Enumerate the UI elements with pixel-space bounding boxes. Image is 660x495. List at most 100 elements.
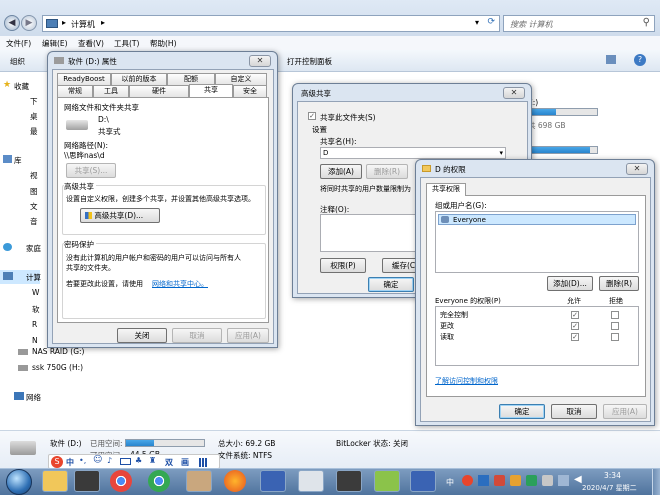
taskbar-firefox-icon[interactable]	[224, 470, 246, 492]
sogou-icon[interactable]: S	[51, 456, 63, 468]
tray-sogou-icon[interactable]	[462, 475, 473, 486]
sidebar-ssk[interactable]: ssk 750G (H:)	[32, 363, 83, 372]
allow-read-checkbox[interactable]: ✓	[571, 333, 579, 341]
sidebar-item[interactable]: R	[32, 320, 37, 329]
sidebar-nas-raid[interactable]: NAS RAID (G:)	[32, 347, 85, 356]
access-control-link[interactable]: 了解访问控制和权限	[435, 376, 498, 386]
menu-help[interactable]: 帮助(H)	[150, 38, 177, 49]
users-list[interactable]: Everyone	[435, 211, 639, 273]
advanced-sharing-button[interactable]: 高级共享(D)...	[80, 208, 160, 223]
share-folder-checkbox[interactable]: ✓	[308, 112, 316, 120]
sidebar-network[interactable]: 网络	[26, 392, 41, 403]
allow-full-control-checkbox[interactable]: ✓	[571, 311, 579, 319]
sidebar-item[interactable]: 下	[30, 96, 38, 107]
tab-hardware[interactable]: 硬件	[129, 85, 189, 97]
tab-previous-versions[interactable]: 以前的版本	[111, 73, 167, 85]
deny-change-checkbox[interactable]	[611, 322, 619, 330]
tab-sharing[interactable]: 共享	[189, 84, 233, 97]
allow-change-checkbox[interactable]: ✓	[571, 322, 579, 330]
ok-button[interactable]: 确定	[499, 404, 545, 419]
show-desktop-button[interactable]	[652, 469, 660, 495]
close-button[interactable]: 关闭	[117, 328, 167, 343]
grid-icon[interactable]	[199, 458, 208, 467]
network-sharing-center-link[interactable]: 网络和共享中心。	[152, 279, 208, 289]
open-control-panel-button[interactable]: 打开控制面板	[287, 56, 332, 67]
tab-share-permissions[interactable]: 共享权限	[426, 183, 466, 196]
tray-app-icon[interactable]	[542, 475, 553, 486]
tab-security[interactable]: 安全	[233, 85, 267, 97]
taskbar-chrome-icon[interactable]	[110, 470, 132, 492]
deny-read-checkbox[interactable]	[611, 333, 619, 341]
punctuation-icon[interactable]: •,	[79, 456, 86, 465]
taskbar-explorer-icon[interactable]	[42, 470, 68, 492]
ime-item[interactable]: 双	[165, 457, 173, 468]
add-user-button[interactable]: 添加(D)...	[547, 276, 593, 291]
taskbar-app-icon[interactable]	[186, 470, 212, 492]
tray-volume-icon[interactable]: ◀	[574, 474, 582, 485]
permissions-button[interactable]: 权限(P)	[320, 258, 366, 273]
taskbar-app-icon[interactable]	[374, 470, 400, 492]
share-name-select[interactable]: D ▾	[320, 147, 506, 159]
sidebar-item[interactable]: 视	[30, 170, 38, 181]
taskbar-app-icon[interactable]	[336, 470, 362, 492]
search-input[interactable]: 搜索 计算机 ⚲	[503, 15, 655, 32]
ime-item[interactable]: 画	[181, 457, 189, 468]
forward-button[interactable]: ▶	[21, 15, 37, 31]
apply-button[interactable]: 应用(A)	[227, 328, 269, 343]
menu-tools[interactable]: 工具(T)	[114, 38, 139, 49]
emoji-icon[interactable]: ☺	[93, 455, 102, 465]
refresh-icon[interactable]: ⟳	[487, 17, 495, 27]
dropdown-chevron-icon[interactable]: ▾	[475, 18, 479, 27]
help-icon[interactable]: ?	[634, 54, 646, 66]
close-icon[interactable]: ✕	[503, 87, 525, 99]
close-icon[interactable]: ✕	[626, 163, 648, 175]
tray-app-icon[interactable]	[478, 475, 489, 486]
taskbar-app-icon[interactable]	[260, 470, 286, 492]
skin-icon[interactable]: ♣	[135, 456, 142, 465]
sidebar-favorites[interactable]: 收藏	[14, 81, 29, 92]
deny-full-control-checkbox[interactable]	[611, 311, 619, 319]
sidebar-item[interactable]: 音	[30, 216, 38, 227]
sidebar-item[interactable]: 文	[30, 201, 38, 212]
taskbar-app-icon[interactable]	[298, 470, 324, 492]
share-button[interactable]: 共享(S)...	[66, 163, 116, 178]
close-icon[interactable]: ✕	[249, 55, 271, 67]
view-options-icon[interactable]	[606, 55, 616, 64]
tab-tools[interactable]: 工具	[93, 85, 129, 97]
tray-app-icon[interactable]	[510, 475, 521, 486]
list-item[interactable]: Everyone	[438, 214, 636, 225]
address-input[interactable]: ▸ 计算机 ▸ ▾ ⟳	[42, 15, 500, 32]
menu-file[interactable]: 文件(F)	[6, 38, 31, 49]
clock-time[interactable]: 3:34	[604, 471, 621, 480]
taskbar-app-icon[interactable]	[410, 470, 436, 492]
sidebar-item[interactable]: W	[32, 288, 39, 297]
tab-readyboost[interactable]: ReadyBoost	[57, 73, 111, 85]
shirt-icon[interactable]: ♜	[149, 456, 156, 465]
keyboard-icon[interactable]	[120, 458, 131, 465]
tray-app-icon[interactable]	[494, 475, 505, 486]
sidebar-item[interactable]: N	[32, 336, 38, 345]
taskbar-chrome-icon[interactable]	[148, 470, 170, 492]
add-share-button[interactable]: 添加(A)	[320, 164, 362, 179]
tray-app-icon[interactable]	[526, 475, 537, 486]
sidebar-item[interactable]: 最	[30, 126, 38, 137]
sidebar-item[interactable]: 图	[30, 186, 38, 197]
organize-button[interactable]: 组织	[10, 56, 25, 67]
tab-general[interactable]: 常规	[57, 85, 93, 97]
clock-date[interactable]: 2020/4/7 星期二	[582, 483, 637, 493]
tray-network-icon[interactable]	[558, 475, 569, 486]
tray-lang-icon[interactable]: 中	[446, 477, 454, 488]
sidebar-item[interactable]: 软	[32, 304, 40, 315]
sidebar-item[interactable]: 桌	[30, 111, 38, 122]
cancel-button[interactable]: 取消	[551, 404, 597, 419]
start-button[interactable]	[6, 469, 32, 495]
ok-button[interactable]: 确定	[368, 277, 414, 292]
microphone-icon[interactable]: ♪	[107, 456, 112, 465]
remove-user-button[interactable]: 删除(R)	[599, 276, 639, 291]
taskbar-app-icon[interactable]	[74, 470, 100, 492]
cancel-button[interactable]: 取消	[172, 328, 222, 343]
ime-lang[interactable]: 中	[66, 457, 74, 468]
sidebar-computer[interactable]: 计算	[26, 272, 41, 283]
back-button[interactable]: ◀	[4, 15, 20, 31]
menu-edit[interactable]: 编辑(E)	[42, 38, 68, 49]
